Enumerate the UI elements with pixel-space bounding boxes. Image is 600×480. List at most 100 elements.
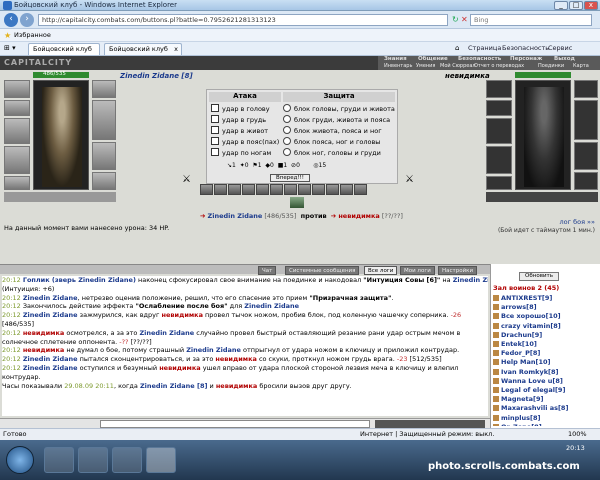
menu-character[interactable]: Персонаж xyxy=(510,56,542,62)
skill-slot[interactable] xyxy=(256,184,269,195)
player-list-item[interactable]: crazy vitamin[8] xyxy=(493,322,597,331)
skill-slot[interactable] xyxy=(326,184,339,195)
menu-communication[interactable]: Общение xyxy=(418,56,448,62)
maximize-button[interactable]: □ xyxy=(569,1,583,10)
menu-tools[interactable]: Сервис xyxy=(548,44,572,52)
player-name[interactable]: Drachun[9] xyxy=(501,331,542,339)
player-name[interactable]: Or_Zone[8] xyxy=(501,423,542,426)
block-option-4[interactable]: блок пояса, ног и головы xyxy=(283,137,397,148)
battle-log-link[interactable]: лог боя »» xyxy=(510,218,595,226)
skill-slot[interactable] xyxy=(228,184,241,195)
player-name[interactable]: arrows[8] xyxy=(501,303,537,311)
close-window-button[interactable]: x xyxy=(584,1,598,10)
player-list-item[interactable]: Все хорошо[10] xyxy=(493,312,597,321)
tab-settings[interactable]: Настройки xyxy=(438,266,478,275)
forward-button[interactable]: Вперед!!! xyxy=(270,174,310,182)
menu-surreal[interactable]: Мой Сюрреал xyxy=(440,63,476,69)
player-name[interactable]: Legal of elegal[9] xyxy=(501,386,565,394)
chat-segment[interactable]: невидимка xyxy=(216,382,257,390)
refresh-list-button[interactable]: Обновить xyxy=(519,272,559,281)
attack-groin-option[interactable]: удар в пояс(пах) xyxy=(211,137,283,148)
skill-slot[interactable] xyxy=(200,184,213,195)
player-list-item[interactable]: Drachun[9] xyxy=(493,331,597,340)
zoom-level[interactable]: 100% xyxy=(568,429,587,440)
player-list-item[interactable]: ANTIXREST[9] xyxy=(493,294,597,303)
close-tab-icon[interactable]: x xyxy=(174,44,178,55)
attack-stomach-option[interactable]: удар в живот xyxy=(211,126,283,137)
taskbar-active-ie-icon[interactable] xyxy=(146,447,176,473)
belt-slot[interactable] xyxy=(4,176,30,190)
forward-icon[interactable]: › xyxy=(20,13,34,27)
gloves-slot[interactable] xyxy=(92,142,116,170)
player-list-item[interactable]: Wanna Love u[8] xyxy=(493,377,597,386)
chat-segment[interactable]: Гоплик (зверь Zinedin Zidane) xyxy=(23,276,136,284)
block-option-2[interactable]: блок груди, живота и пояса xyxy=(283,115,397,126)
duel-left-name[interactable]: Zinedin Zidane xyxy=(208,212,263,220)
skill-slot[interactable] xyxy=(270,184,283,195)
right-player-name[interactable]: невидимка xyxy=(445,72,490,80)
menu-map[interactable]: Карта xyxy=(573,63,589,69)
minimize-button[interactable]: _ xyxy=(554,1,568,10)
player-name[interactable]: Magneta[9] xyxy=(501,395,544,403)
player-name[interactable]: ANTIXREST[9] xyxy=(501,294,552,302)
chat-segment[interactable]: Zinedin Zidane xyxy=(453,276,488,284)
chat-segment[interactable]: невидимка xyxy=(23,346,64,354)
taskbar-media-icon[interactable] xyxy=(112,447,142,473)
chat-segment[interactable]: Zinedin Zidane xyxy=(23,364,78,372)
duel-right-name[interactable]: невидимка xyxy=(338,212,379,220)
skill-slot[interactable] xyxy=(214,184,227,195)
chat-segment[interactable]: Zinedin Zidane xyxy=(23,311,78,319)
chat-segment[interactable]: Zinedin Zidane xyxy=(23,294,78,302)
helmet-slot[interactable] xyxy=(4,80,30,98)
home-icon[interactable]: ⌂ xyxy=(455,44,459,52)
player-list-item[interactable]: Or_Zone[8] xyxy=(493,423,597,426)
chat-segment[interactable]: Zinedin Zidane [8] xyxy=(140,382,208,390)
menu-page[interactable]: Страница xyxy=(468,44,501,52)
block-option-3[interactable]: блок живота, пояса и ног xyxy=(283,126,397,137)
player-name[interactable]: Fedor_P[8] xyxy=(501,349,540,357)
left-player-name[interactable]: Zinedin Zidane [8] xyxy=(120,72,193,80)
chat-segment[interactable]: Zinedin Zidane xyxy=(186,346,241,354)
chat-segment[interactable]: невидимка xyxy=(23,329,64,337)
search-input[interactable]: Bing xyxy=(470,14,592,26)
skill-slot[interactable] xyxy=(312,184,325,195)
tab-combats-1[interactable]: Бойцовский клуб xyxy=(28,43,100,55)
start-button[interactable] xyxy=(6,446,34,474)
skill-slot[interactable] xyxy=(242,184,255,195)
menu-safety[interactable]: Безопасность xyxy=(458,56,501,62)
chat-segment[interactable]: невидимка xyxy=(215,355,256,363)
player-name[interactable]: Help Man[10] xyxy=(501,358,550,366)
player-name[interactable]: Entek[10] xyxy=(501,340,537,348)
skill-slot[interactable] xyxy=(354,184,367,195)
skill-slot[interactable] xyxy=(340,184,353,195)
chat-segment[interactable]: невидимка xyxy=(162,311,203,319)
player-list-item[interactable]: Ivan Romkyk[8] xyxy=(493,368,597,377)
amulet-slot[interactable] xyxy=(4,100,30,116)
block-option-5[interactable]: блок ног, головы и груди xyxy=(283,148,397,159)
refresh-icon[interactable]: ↻ xyxy=(452,15,459,24)
chat-segment[interactable]: Zinedin Zidane xyxy=(244,302,299,310)
player-list-item[interactable]: Help Man[10] xyxy=(493,358,597,367)
skill-slot[interactable] xyxy=(284,184,297,195)
boots-slot[interactable] xyxy=(92,172,116,190)
armor-slot[interactable] xyxy=(4,146,30,174)
attack-chest-option[interactable]: удар в грудь xyxy=(211,115,283,126)
menu-transfers[interactable]: Отчет о переводах xyxy=(474,63,524,69)
player-name[interactable]: crazy vitamin[8] xyxy=(501,322,561,330)
chat-segment[interactable]: Zinedin Zidane xyxy=(23,355,78,363)
taskbar-ie-icon[interactable] xyxy=(44,447,74,473)
player-name[interactable]: Ivan Romkyk[8] xyxy=(501,368,559,376)
menu-inventory[interactable]: Инвентарь xyxy=(384,63,412,69)
chat-input-bar[interactable] xyxy=(0,418,490,428)
attack-legs-option[interactable]: удар по ногам xyxy=(211,148,283,159)
tab-list-icon[interactable]: ⊞ ▾ xyxy=(4,44,16,52)
chat-segment[interactable]: невидимка xyxy=(159,364,200,372)
block-option-1[interactable]: блок головы, груди и живота xyxy=(283,104,397,115)
tab-my-logs[interactable]: Мои логи xyxy=(400,266,435,275)
tab-combats-2[interactable]: Бойцовский клуб x xyxy=(104,43,182,55)
player-list-item[interactable]: Maxarashvili as[8] xyxy=(493,404,597,413)
stop-icon[interactable]: ✕ xyxy=(461,15,468,24)
weapon-slot[interactable] xyxy=(4,118,30,144)
taskbar-explorer-icon[interactable] xyxy=(78,447,108,473)
player-list-item[interactable]: minplus[8] xyxy=(493,414,597,423)
